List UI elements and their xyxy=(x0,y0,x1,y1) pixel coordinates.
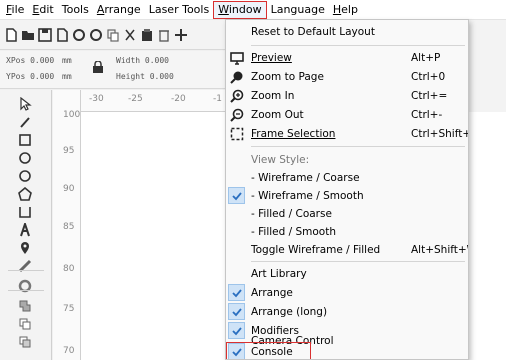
frame-selection-icon xyxy=(226,124,248,143)
copy-icon[interactable] xyxy=(106,27,120,43)
checkmark-icon xyxy=(228,303,245,320)
menu-language[interactable]: Language xyxy=(267,1,329,19)
offset-tool-icon[interactable] xyxy=(12,278,38,294)
zoom-in-icon xyxy=(226,86,248,105)
menu-filled-smooth[interactable]: - Filled / Smooth xyxy=(226,222,468,241)
menu-arrange[interactable]: Arrange xyxy=(226,283,468,302)
measure-tool-icon[interactable] xyxy=(12,258,38,274)
lock-icon[interactable] xyxy=(92,60,104,75)
polygon-tool-icon[interactable] xyxy=(12,186,38,202)
ruler-tick: -20 xyxy=(171,94,186,104)
ruler-tick: 70 xyxy=(63,346,75,356)
vertical-ruler: 100 95 90 85 80 75 70 xyxy=(53,90,81,360)
menu-zoom-in[interactable]: Zoom In Ctrl+= xyxy=(226,86,468,105)
menu-wireframe-smooth[interactable]: - Wireframe / Smooth xyxy=(226,186,468,205)
menu-separator xyxy=(251,45,465,46)
menu-laser-tools[interactable]: Laser Tools xyxy=(145,1,213,19)
console-highlight-box xyxy=(226,342,311,359)
redo-icon[interactable] xyxy=(89,27,103,43)
right-panel xyxy=(468,20,506,112)
circle-tool-icon[interactable] xyxy=(12,168,38,184)
undo-icon[interactable] xyxy=(72,27,86,43)
menu-filled-coarse[interactable]: - Filled / Coarse xyxy=(226,204,468,223)
checkmark-icon xyxy=(228,322,245,339)
menu-toggle-wireframe[interactable]: Toggle Wireframe / Filled Alt+Shift+W xyxy=(226,240,468,259)
cut-icon[interactable] xyxy=(123,27,137,43)
unit-y[interactable]: mm xyxy=(62,72,72,81)
monitor-icon xyxy=(226,48,248,67)
menu-window[interactable]: Window xyxy=(213,0,267,19)
xpos-field[interactable]: XPos 0.000 xyxy=(6,56,54,65)
menu-art-library[interactable]: Art Library xyxy=(226,264,468,283)
menu-tools[interactable]: Tools xyxy=(58,1,93,19)
ruler-tick: 95 xyxy=(63,146,75,156)
ruler-tick: 80 xyxy=(63,264,75,274)
zoom-out-icon xyxy=(226,105,248,124)
unit-x[interactable]: mm xyxy=(62,56,72,65)
subtract-icon[interactable] xyxy=(12,334,38,350)
save-icon[interactable] xyxy=(38,27,52,43)
zoom-page-icon xyxy=(226,67,248,86)
ruler-tick: 90 xyxy=(63,184,75,194)
ruler-tick: 100 xyxy=(63,110,81,120)
import-icon[interactable] xyxy=(55,27,69,43)
menu-preview[interactable]: Preview Alt+P xyxy=(226,48,468,67)
tool-palette xyxy=(0,90,52,360)
menu-bar: File Edit Tools Arrange Laser Tools Wind… xyxy=(0,0,506,20)
palette-divider xyxy=(8,290,44,291)
union-icon[interactable] xyxy=(12,316,38,332)
delete-icon[interactable] xyxy=(157,27,171,43)
position-laser-icon[interactable] xyxy=(12,240,38,256)
menu-edit[interactable]: Edit xyxy=(28,1,57,19)
menu-arrange[interactable]: Arrange xyxy=(93,1,145,19)
menu-help[interactable]: Help xyxy=(329,1,362,19)
rectangle-tool-icon[interactable] xyxy=(12,132,38,148)
ruler-tick: -30 xyxy=(89,94,104,104)
palette-divider xyxy=(8,270,44,271)
ruler-tick: -25 xyxy=(128,94,143,104)
ruler-tick: 75 xyxy=(63,304,75,314)
new-file-icon[interactable] xyxy=(4,27,18,43)
height-field[interactable]: Height 0.000 xyxy=(116,72,174,81)
width-field[interactable]: Width 0.000 xyxy=(116,56,169,65)
menu-arrange-long[interactable]: Arrange (long) xyxy=(226,302,468,321)
ypos-field[interactable]: YPos 0.000 xyxy=(6,72,54,81)
ellipse-tool-icon[interactable] xyxy=(12,150,38,166)
menu-view-style-header: View Style: xyxy=(251,153,310,166)
select-tool-icon[interactable] xyxy=(12,96,38,112)
menu-separator xyxy=(251,146,465,147)
menu-file[interactable]: File xyxy=(2,1,28,19)
move-icon[interactable] xyxy=(174,27,188,43)
paste-icon[interactable] xyxy=(140,27,154,43)
weld-icon[interactable] xyxy=(12,298,38,314)
menu-reset-layout[interactable]: Reset to Default Layout xyxy=(226,22,468,41)
text-tool-icon[interactable] xyxy=(12,222,38,238)
ruler-tick: 85 xyxy=(63,222,75,232)
menu-zoom-out[interactable]: Zoom Out Ctrl+- xyxy=(226,105,468,124)
open-folder-icon[interactable] xyxy=(21,27,35,43)
line-tool-icon[interactable] xyxy=(12,204,38,220)
menu-wireframe-coarse[interactable]: - Wireframe / Coarse xyxy=(226,168,468,187)
menu-zoom-to-page[interactable]: Zoom to Page Ctrl+0 xyxy=(226,67,468,86)
ruler-tick: -1 xyxy=(213,94,222,104)
menu-separator xyxy=(251,261,465,262)
checkmark-icon xyxy=(228,284,245,301)
checkmark-icon xyxy=(228,187,245,204)
menu-frame-selection[interactable]: Frame Selection Ctrl+Shift+A xyxy=(226,124,468,143)
edit-nodes-icon[interactable] xyxy=(12,114,38,130)
window-menu-dropdown: Reset to Default Layout Preview Alt+P Zo… xyxy=(225,19,469,360)
